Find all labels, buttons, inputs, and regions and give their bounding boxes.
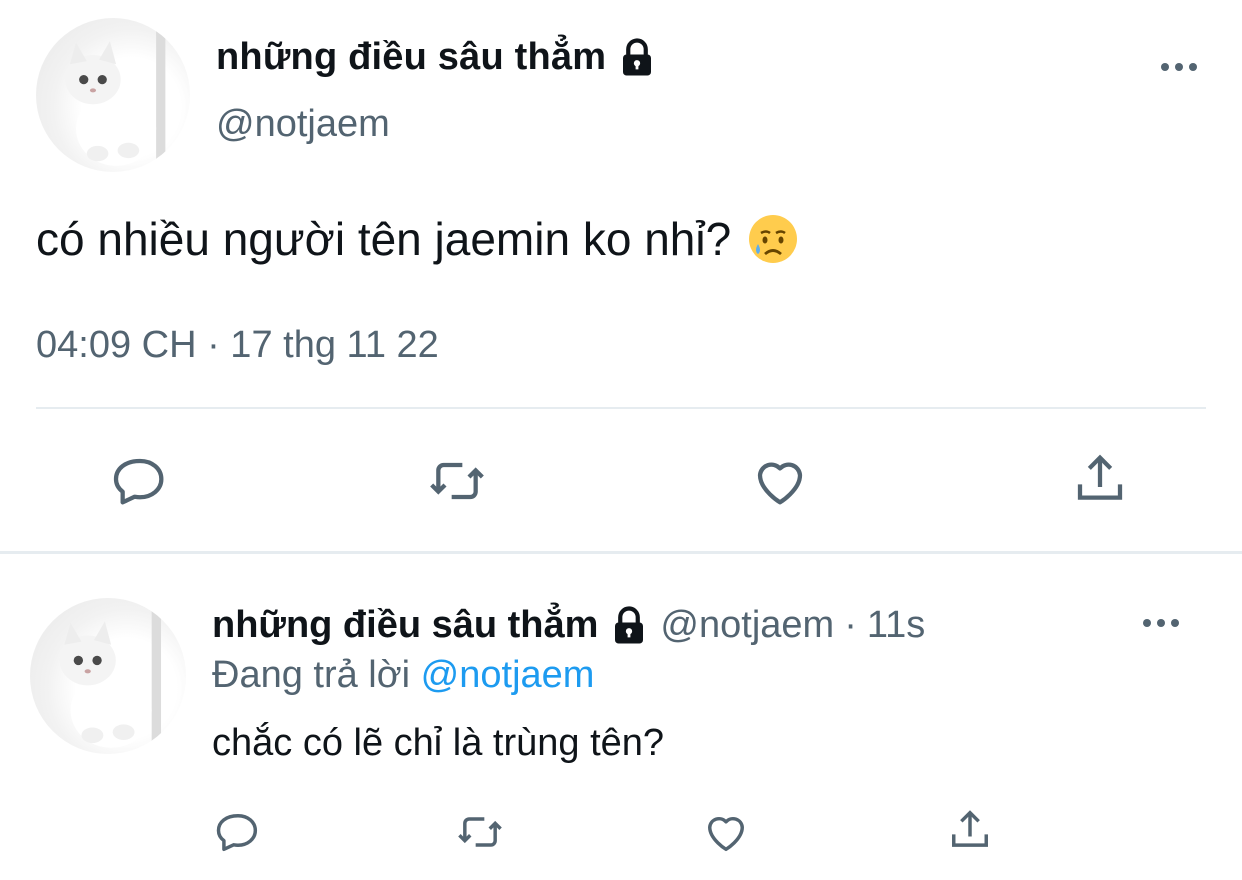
share-icon[interactable]: [944, 804, 996, 856]
more-options-icon[interactable]: [1140, 608, 1182, 638]
handle[interactable]: @notjaem: [216, 103, 390, 146]
tweet-text: có nhiều người tên jaemin ko nhỉ?: [36, 213, 732, 265]
avatar[interactable]: [36, 18, 190, 172]
separator-dot: ·: [844, 604, 857, 646]
divider: [36, 407, 1206, 409]
sad-relieved-face-emoji-icon: [749, 215, 798, 263]
reply-icon[interactable]: [108, 449, 172, 513]
reply-icon[interactable]: [212, 806, 264, 858]
section-divider: [0, 551, 1242, 554]
replying-to-line: Đang trả lời @notjaem: [212, 654, 594, 697]
lock-icon: [615, 605, 644, 643]
like-icon[interactable]: [748, 449, 812, 513]
display-name[interactable]: những điều sâu thẳm: [216, 36, 658, 79]
tweet-timestamp[interactable]: 04:09 CH · 17 thg 11 22: [36, 324, 439, 367]
reply-header: những điều sâu thẳm @notjaem · 11s: [212, 604, 925, 647]
retweet-icon[interactable]: [425, 449, 489, 513]
retweet-icon[interactable]: [454, 806, 506, 858]
reply-text: chắc có lẽ chỉ là trùng tên?: [212, 722, 665, 764]
cat-avatar-image: [59, 598, 162, 754]
tweet-body: có nhiều người tên jaemin ko nhỉ?: [36, 212, 799, 266]
replying-prefix: Đang trả lời: [212, 654, 411, 696]
reply-display-name[interactable]: những điều sâu thẳm: [212, 604, 598, 647]
display-name-text: những điều sâu thẳm: [216, 36, 607, 78]
lock-icon: [623, 37, 652, 75]
replying-mention-link[interactable]: @notjaem: [421, 654, 595, 696]
reply-avatar[interactable]: [30, 598, 186, 754]
like-icon[interactable]: [700, 806, 752, 858]
reply-handle[interactable]: @notjaem: [660, 604, 834, 647]
cat-avatar-image: [65, 18, 166, 172]
reply-time[interactable]: 11s: [867, 604, 925, 647]
share-icon[interactable]: [1068, 447, 1132, 511]
more-options-icon[interactable]: [1158, 52, 1200, 82]
